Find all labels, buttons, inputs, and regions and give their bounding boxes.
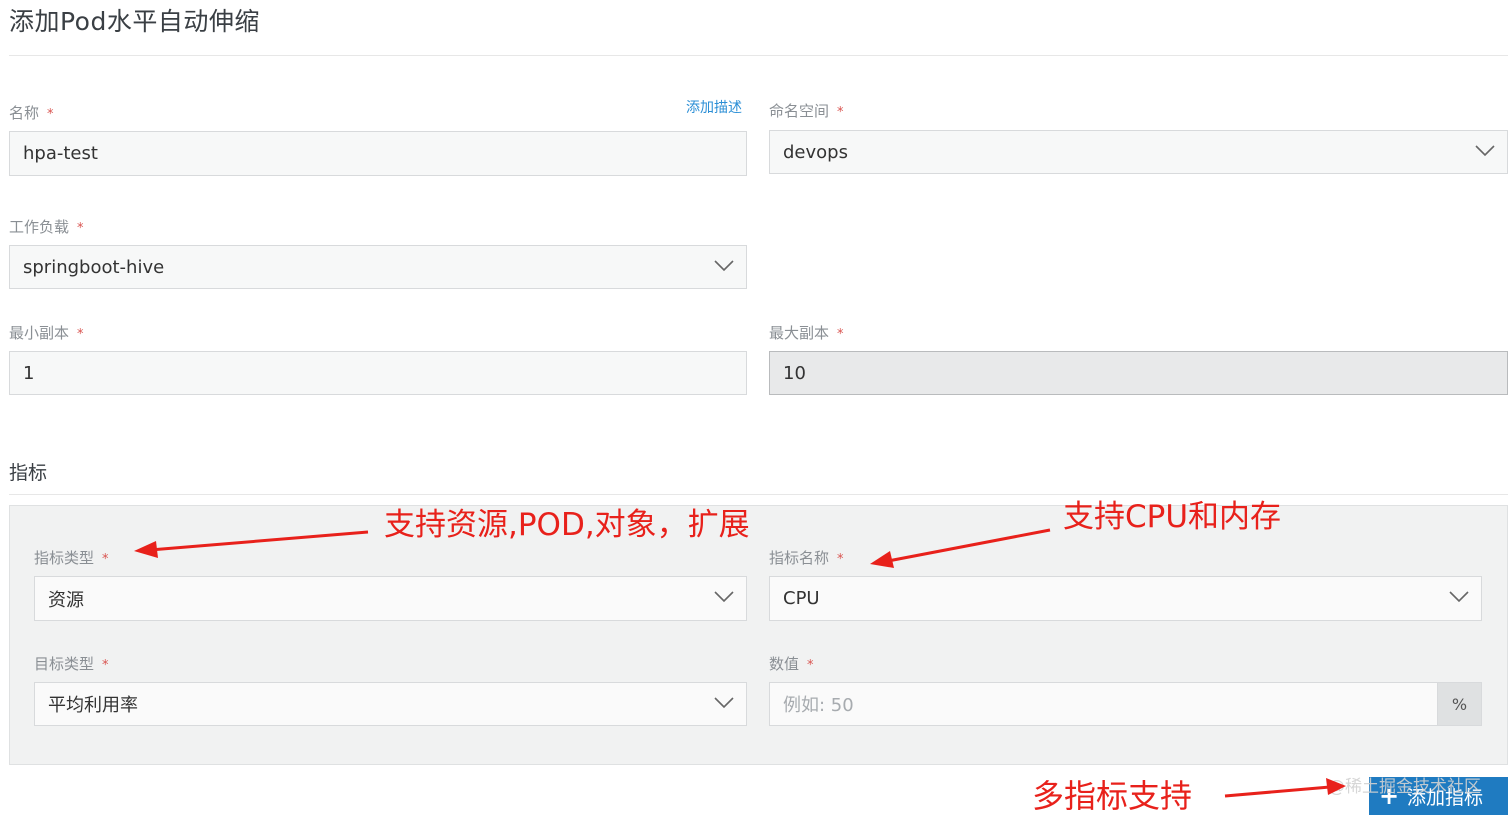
annotation-arrows [134,528,1346,798]
arrow-to-add-metric [1224,778,1346,798]
arrow-to-metric-type [134,530,369,558]
arrow-to-metric-name [870,528,1051,568]
hpa-create-page: 添加Pod水平自动伸缩 名称 * 添加描述 hpa-test 命名空间 * devo… [0,0,1512,818]
